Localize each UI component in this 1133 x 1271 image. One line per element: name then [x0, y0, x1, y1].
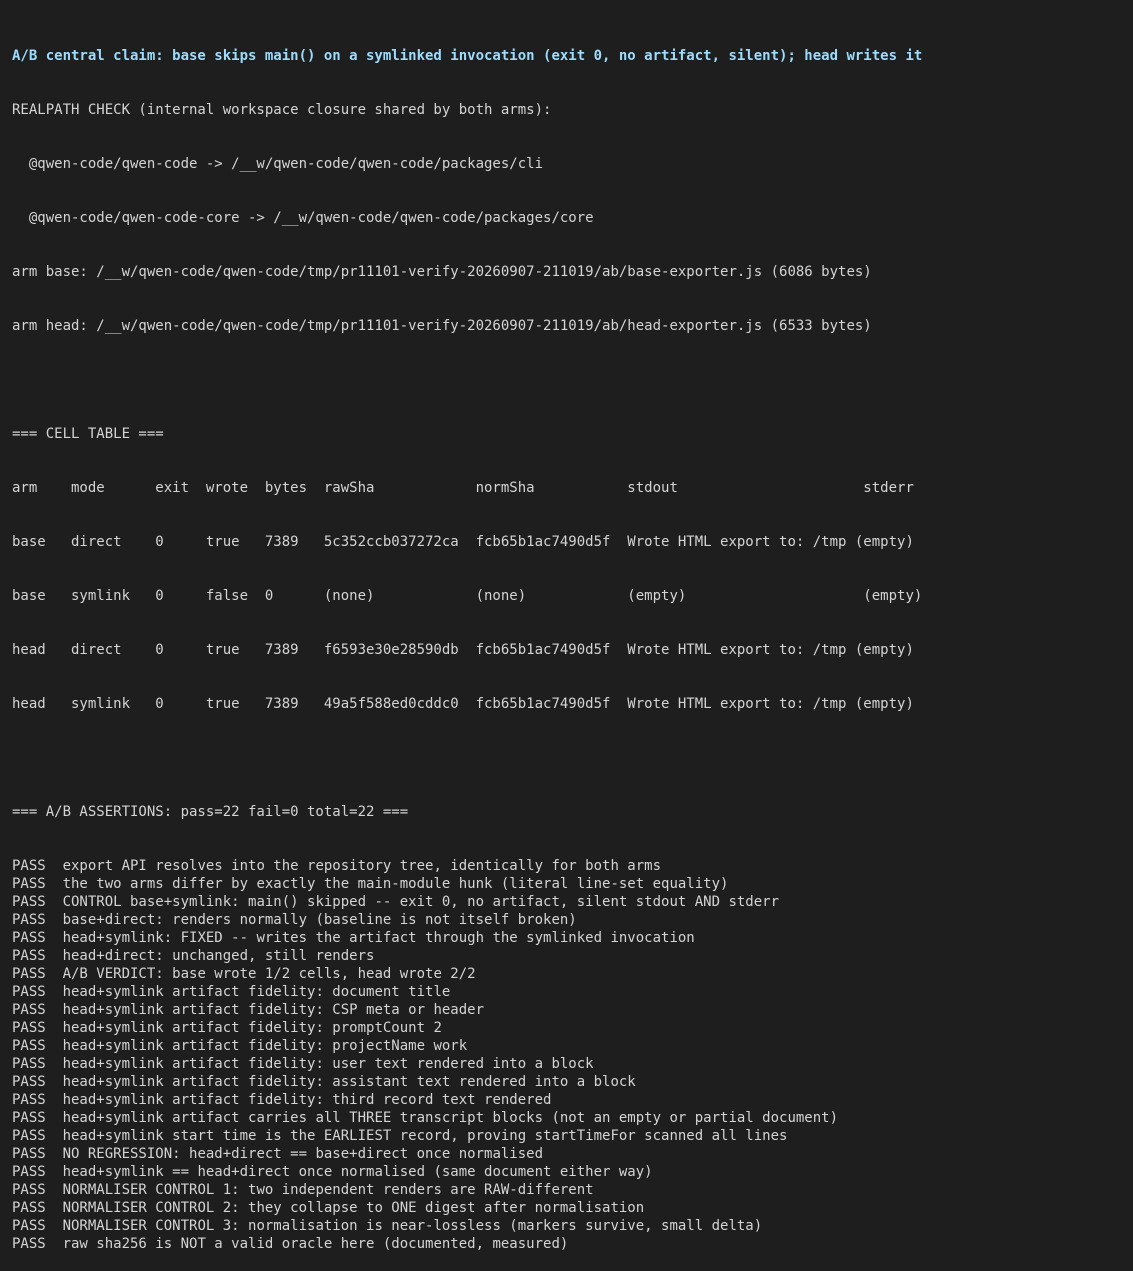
cell-table-row: base direct 0 true 7389 5c352ccb037272ca…: [12, 534, 914, 550]
assertion-row: PASS head+symlink artifact fidelity: ass…: [12, 1073, 1127, 1091]
assertion-status: PASS: [12, 1182, 46, 1198]
assertion-text: head+symlink artifact fidelity: third re…: [62, 1092, 552, 1108]
assertions-heading: === A/B ASSERTIONS: pass=22 fail=0 total…: [12, 804, 409, 820]
assertion-text: base+direct: renders normally (baseline …: [62, 912, 577, 928]
assertion-text: raw sha256 is NOT a valid oracle here (d…: [62, 1236, 569, 1252]
assertion-status: PASS: [12, 876, 46, 892]
cell-table-row: base symlink 0 false 0 (none) (none) (em…: [12, 588, 923, 604]
assertion-row: PASS head+symlink artifact fidelity: pro…: [12, 1019, 1127, 1037]
assertion-text: CONTROL base+symlink: main() skipped -- …: [62, 894, 780, 910]
assertion-text: NO REGRESSION: head+direct == base+direc…: [62, 1146, 544, 1162]
assertion-text: head+symlink artifact fidelity: user tex…: [62, 1056, 594, 1072]
assertion-status: PASS: [12, 1236, 46, 1252]
cell-table-heading: === CELL TABLE ===: [12, 426, 164, 442]
assertion-row: PASS head+symlink start time is the EARL…: [12, 1127, 1127, 1145]
central-claim: A/B central claim: base skips main() on …: [12, 48, 923, 64]
assertion-text: head+symlink == head+direct once normali…: [62, 1164, 653, 1180]
realpath-line: @qwen-code/qwen-code-core -> /__w/qwen-c…: [12, 210, 594, 226]
assertion-status: PASS: [12, 1110, 46, 1126]
assertion-row: PASS NORMALISER CONTROL 3: normalisation…: [12, 1217, 1127, 1235]
assertion-text: head+symlink artifact fidelity: projectN…: [62, 1038, 468, 1054]
assertion-status: PASS: [12, 858, 46, 874]
assertion-row: PASS head+symlink artifact fidelity: use…: [12, 1055, 1127, 1073]
assertion-status: PASS: [12, 966, 46, 982]
assertion-text: A/B VERDICT: base wrote 1/2 cells, head …: [62, 966, 476, 982]
assertion-row: PASS head+symlink artifact fidelity: CSP…: [12, 1001, 1127, 1019]
assertion-status: PASS: [12, 1002, 46, 1018]
assertion-status: PASS: [12, 894, 46, 910]
assertion-row: PASS A/B VERDICT: base wrote 1/2 cells, …: [12, 965, 1127, 983]
cell-table-row: head symlink 0 true 7389 49a5f588ed0cddc…: [12, 696, 914, 712]
assertion-row: PASS head+symlink artifact fidelity: doc…: [12, 983, 1127, 1001]
assertion-text: head+symlink: FIXED -- writes the artifa…: [62, 930, 695, 946]
assertion-row: PASS NORMALISER CONTROL 2: they collapse…: [12, 1199, 1127, 1217]
realpath-line: @qwen-code/qwen-code -> /__w/qwen-code/q…: [12, 156, 544, 172]
assertion-status: PASS: [12, 1218, 46, 1234]
assertion-status: PASS: [12, 1020, 46, 1036]
assertion-row: PASS export API resolves into the reposi…: [12, 857, 1127, 875]
arm-line: arm head: /__w/qwen-code/qwen-code/tmp/p…: [12, 318, 872, 334]
assertion-row: PASS the two arms differ by exactly the …: [12, 875, 1127, 893]
assertion-text: head+symlink artifact fidelity: CSP meta…: [62, 1002, 485, 1018]
assertion-row: PASS raw sha256 is NOT a valid oracle he…: [12, 1235, 1127, 1253]
assertion-text: head+symlink artifact fidelity: assistan…: [62, 1074, 636, 1090]
assertion-status: PASS: [12, 1164, 46, 1180]
assertion-text: NORMALISER CONTROL 2: they collapse to O…: [62, 1200, 645, 1216]
assertion-row: PASS head+symlink artifact fidelity: pro…: [12, 1037, 1127, 1055]
assertion-row: PASS base+direct: renders normally (base…: [12, 911, 1127, 929]
assertion-status: PASS: [12, 1092, 46, 1108]
assertion-text: head+symlink artifact fidelity: document…: [62, 984, 451, 1000]
assertion-status: PASS: [12, 948, 46, 964]
assertion-text: NORMALISER CONTROL 1: two independent re…: [62, 1182, 594, 1198]
assertion-status: PASS: [12, 1146, 46, 1162]
assertion-status: PASS: [12, 1074, 46, 1090]
realpath-heading: REALPATH CHECK (internal workspace closu…: [12, 102, 552, 118]
assertion-status: PASS: [12, 912, 46, 928]
assertion-row: PASS NO REGRESSION: head+direct == base+…: [12, 1145, 1127, 1163]
assertion-row: PASS head+direct: unchanged, still rende…: [12, 947, 1127, 965]
assertion-row: PASS NORMALISER CONTROL 1: two independe…: [12, 1181, 1127, 1199]
assertion-status: PASS: [12, 1056, 46, 1072]
assertion-status: PASS: [12, 1128, 46, 1144]
assertion-text: the two arms differ by exactly the main-…: [62, 876, 729, 892]
arm-line: arm base: /__w/qwen-code/qwen-code/tmp/p…: [12, 264, 872, 280]
assertion-text: NORMALISER CONTROL 3: normalisation is n…: [62, 1218, 763, 1234]
assertion-row: PASS head+symlink: FIXED -- writes the a…: [12, 929, 1127, 947]
assertion-row: PASS head+symlink artifact fidelity: thi…: [12, 1091, 1127, 1109]
assertion-row: PASS head+symlink artifact carries all T…: [12, 1109, 1127, 1127]
assertion-row: PASS head+symlink == head+direct once no…: [12, 1163, 1127, 1181]
assertion-status: PASS: [12, 930, 46, 946]
assertion-text: export API resolves into the repository …: [62, 858, 662, 874]
terminal-output: A/B central claim: base skips main() on …: [12, 11, 1127, 1271]
assertion-text: head+direct: unchanged, still renders: [62, 948, 375, 964]
assertion-row: PASS CONTROL base+symlink: main() skippe…: [12, 893, 1127, 911]
assertion-text: head+symlink start time is the EARLIEST …: [62, 1128, 788, 1144]
assertion-text: head+symlink artifact fidelity: promptCo…: [62, 1020, 442, 1036]
assertion-status: PASS: [12, 984, 46, 1000]
cell-table-row: head direct 0 true 7389 f6593e30e28590db…: [12, 642, 914, 658]
assertion-text: head+symlink artifact carries all THREE …: [62, 1110, 839, 1126]
assertion-status: PASS: [12, 1038, 46, 1054]
assertion-status: PASS: [12, 1200, 46, 1216]
cell-table-header: arm mode exit wrote bytes rawSha normSha…: [12, 480, 914, 496]
assertion-list: PASS export API resolves into the reposi…: [12, 857, 1127, 1253]
